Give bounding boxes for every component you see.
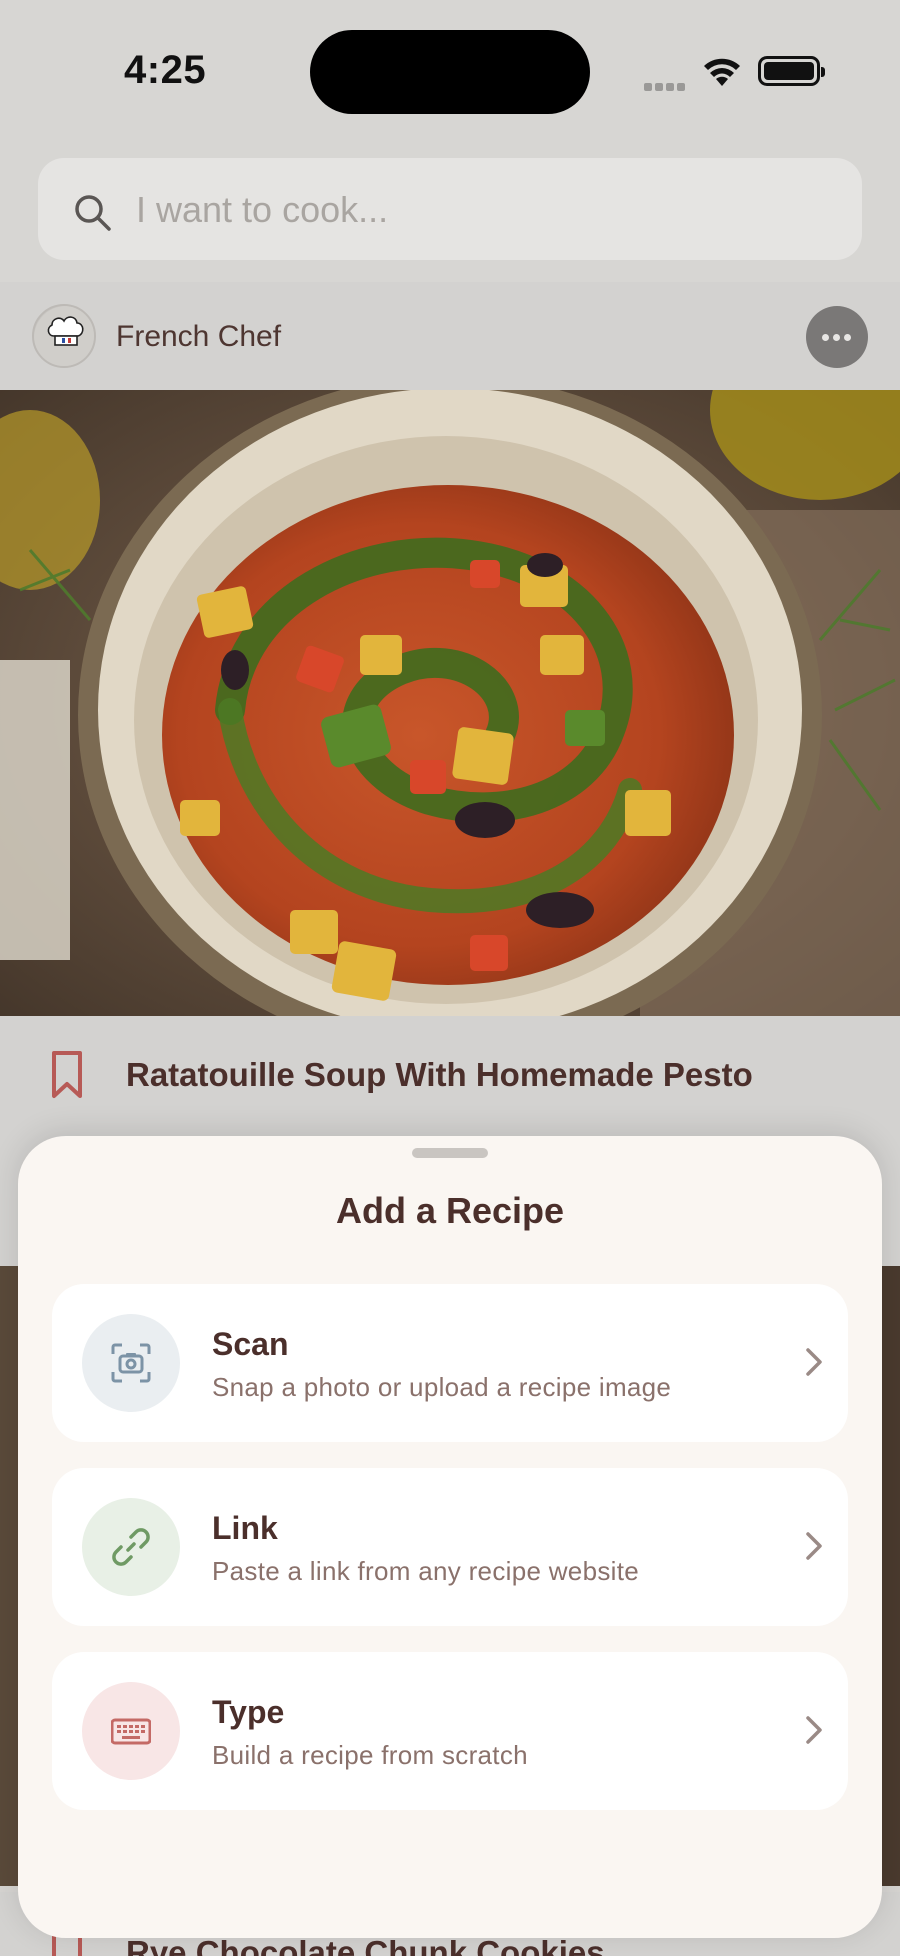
more-dot-icon: [844, 334, 851, 341]
sheet-grabber[interactable]: [412, 1148, 488, 1158]
link-option[interactable]: Link Paste a link from any recipe websit…: [52, 1468, 848, 1626]
recipe-card-header: French Chef: [0, 282, 900, 390]
recipe-title-row: Ratatouille Soup With Homemade Pesto: [0, 1016, 900, 1134]
status-time: 4:25: [124, 48, 207, 92]
sheet-title: Add a Recipe: [335, 1190, 565, 1231]
more-options-button[interactable]: [806, 306, 868, 368]
type-description: Build a recipe from scratch: [212, 1740, 528, 1770]
link-label: Link: [212, 1510, 278, 1546]
search-bar[interactable]: [38, 158, 862, 260]
battery-icon: [758, 56, 825, 86]
author-avatar[interactable]: [32, 304, 96, 368]
dynamic-island: [310, 30, 590, 114]
search-area: [0, 140, 900, 282]
type-icon-circle: [82, 1682, 180, 1780]
keyboard-icon: [111, 1718, 151, 1745]
more-dot-icon: [822, 334, 829, 341]
soup-bowl-illustration: [0, 390, 900, 1016]
feed-image-peek-left: [0, 1266, 20, 1886]
camera-scan-icon: [111, 1343, 151, 1383]
scan-label: Scan: [212, 1326, 289, 1362]
scan-option[interactable]: Scan Snap a photo or upload a recipe ima…: [52, 1284, 848, 1442]
chevron-right-icon: [806, 1532, 822, 1560]
status-bar: 4:25: [0, 0, 900, 150]
link-description: Paste a link from any recipe website: [212, 1556, 639, 1586]
search-input[interactable]: [136, 184, 816, 236]
cellular-signal-icon: [644, 78, 690, 91]
more-dot-icon: [833, 334, 840, 341]
search-icon: [75, 195, 111, 231]
recipe-image[interactable]: [0, 390, 900, 1016]
feed-image-peek-right: [882, 1266, 900, 1886]
chevron-right-icon: [806, 1716, 822, 1744]
link-icon: [112, 1528, 150, 1566]
type-label: Type: [212, 1694, 285, 1730]
wifi-icon: [704, 58, 740, 86]
link-icon-circle: [82, 1498, 180, 1596]
author-name[interactable]: French Chef: [116, 320, 281, 354]
add-recipe-sheet: Add a Recipe Scan Snap a photo or upload…: [18, 1136, 882, 1938]
scan-icon-circle: [82, 1314, 180, 1412]
scan-description: Snap a photo or upload a recipe image: [212, 1372, 672, 1402]
chef-hat-logo: [34, 306, 94, 366]
chevron-right-icon: [806, 1348, 822, 1376]
type-option[interactable]: Type Build a recipe from scratch: [52, 1652, 848, 1810]
recipe-title[interactable]: Ratatouille Soup With Homemade Pesto: [126, 1056, 753, 1094]
bookmark-icon[interactable]: [50, 1050, 84, 1100]
